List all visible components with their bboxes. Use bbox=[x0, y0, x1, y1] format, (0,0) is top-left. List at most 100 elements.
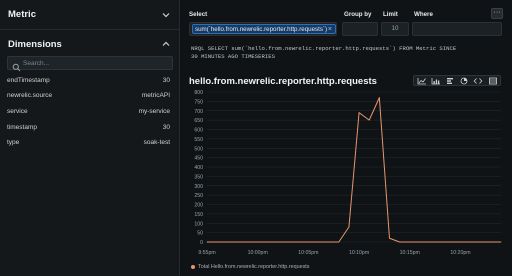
data-point bbox=[480, 241, 482, 243]
code-icon[interactable] bbox=[473, 77, 483, 85]
y-tick-label: 600 bbox=[194, 128, 203, 134]
data-point bbox=[297, 241, 299, 243]
data-point bbox=[439, 241, 441, 243]
group-by-field[interactable] bbox=[342, 22, 378, 36]
dimensions-title: Dimensions bbox=[8, 39, 62, 50]
data-point bbox=[267, 241, 269, 243]
legend-label: Total Hello.from.newrelic.reporter.http.… bbox=[198, 264, 310, 270]
data-point bbox=[348, 226, 350, 228]
y-tick-label: 200 bbox=[194, 203, 203, 209]
data-point bbox=[409, 241, 411, 243]
chevron-up-icon[interactable] bbox=[162, 40, 170, 48]
y-tick-label: 50 bbox=[197, 231, 203, 237]
where-label: Where bbox=[414, 11, 433, 18]
pie-chart-icon[interactable] bbox=[459, 77, 469, 85]
sidebar: Metric Dimensions endTimestamp 30 newrel… bbox=[0, 0, 180, 276]
data-point bbox=[429, 241, 431, 243]
select-chip-label: sum(`hello.from.newrelic.reporter.http.r… bbox=[195, 26, 328, 33]
dimension-key: newrelic.source bbox=[7, 92, 53, 99]
dimension-key: timestamp bbox=[7, 124, 37, 131]
data-point bbox=[419, 241, 421, 243]
y-tick-label: 400 bbox=[194, 165, 203, 171]
y-tick-label: 100 bbox=[194, 221, 203, 227]
main-panel: Select Group by Limit Where ··· sum(`hel… bbox=[181, 0, 512, 276]
data-point bbox=[338, 241, 340, 243]
select-field[interactable]: sum(`hello.from.newrelic.reporter.http.r… bbox=[189, 22, 337, 36]
data-point bbox=[389, 237, 390, 239]
dimension-value: 30 bbox=[162, 77, 170, 84]
data-point bbox=[460, 241, 461, 243]
y-tick-label: 150 bbox=[194, 212, 203, 218]
y-tick-label: 700 bbox=[194, 109, 203, 115]
dimension-key: service bbox=[7, 108, 28, 115]
x-tick-label: 10:20pm bbox=[450, 250, 470, 256]
nrql-line-1: NRQL SELECT sum(`hello.from.newrelic.rep… bbox=[191, 45, 457, 52]
select-chip[interactable]: sum(`hello.from.newrelic.reporter.http.r… bbox=[192, 24, 336, 34]
metric-section[interactable]: Metric bbox=[0, 0, 180, 28]
bar-chart-icon[interactable] bbox=[431, 77, 441, 85]
select-label: Select bbox=[189, 11, 208, 18]
y-tick-label: 250 bbox=[194, 193, 203, 199]
chevron-down-icon[interactable] bbox=[162, 11, 170, 19]
line-chart-icon[interactable] bbox=[417, 77, 427, 85]
dimension-value: 30 bbox=[162, 124, 170, 131]
y-tick-label: 550 bbox=[194, 137, 203, 143]
search-icon bbox=[12, 59, 21, 72]
limit-label: Limit bbox=[383, 11, 398, 18]
chart-type-toolbar bbox=[413, 75, 501, 86]
data-point bbox=[490, 241, 492, 243]
y-tick-label: 0 bbox=[200, 240, 203, 246]
x-tick-label: 10:15pm bbox=[400, 250, 420, 256]
data-point bbox=[237, 241, 238, 243]
dimension-key: type bbox=[7, 139, 20, 146]
y-tick-label: 800 bbox=[194, 90, 203, 96]
data-point bbox=[216, 241, 218, 243]
data-point bbox=[307, 241, 309, 243]
data-point bbox=[318, 241, 319, 243]
legend-swatch bbox=[191, 264, 195, 269]
data-point bbox=[328, 241, 330, 243]
data-point bbox=[247, 241, 248, 243]
dimension-row[interactable]: newrelic.source metricAPI bbox=[7, 92, 170, 102]
y-tick-label: 450 bbox=[194, 156, 203, 162]
dimension-value: soak-test bbox=[143, 139, 170, 146]
x-tick-label: 10:10pm bbox=[349, 250, 369, 256]
billboard-icon[interactable] bbox=[445, 77, 455, 85]
x-tick-label: 9:55pm bbox=[198, 250, 215, 256]
nrql-query[interactable]: NRQL SELECT sum(`hello.from.newrelic.rep… bbox=[191, 45, 456, 61]
where-field[interactable] bbox=[412, 22, 502, 36]
remove-chip-icon[interactable]: × bbox=[328, 25, 332, 33]
table-icon[interactable] bbox=[488, 77, 498, 85]
dimensions-section[interactable]: Dimensions bbox=[0, 30, 180, 54]
dimension-row[interactable]: endTimestamp 30 bbox=[7, 77, 170, 87]
metric-title: Metric bbox=[8, 9, 36, 20]
series-line bbox=[207, 97, 501, 243]
more-options-button[interactable]: ··· bbox=[491, 8, 503, 19]
line-chart[interactable]: 0 50 100 150 200 250 300 350 400 450 500 550 600 650 7… bbox=[181, 86, 512, 276]
data-point bbox=[500, 241, 502, 243]
limit-field[interactable]: 10 bbox=[381, 22, 409, 36]
y-tick-label: 650 bbox=[194, 118, 203, 124]
dimension-row[interactable]: type soak-test bbox=[7, 139, 170, 149]
data-point bbox=[358, 112, 360, 114]
data-point bbox=[449, 241, 451, 243]
dimension-key: endTimestamp bbox=[7, 77, 50, 84]
data-point bbox=[378, 97, 380, 99]
dimension-row[interactable]: service my-service bbox=[7, 108, 170, 118]
y-tick-label: 300 bbox=[194, 184, 203, 190]
dimension-value: metricAPI bbox=[141, 92, 170, 99]
y-tick-label: 350 bbox=[194, 174, 203, 180]
search-input[interactable] bbox=[23, 57, 168, 69]
dimension-row[interactable]: timestamp 30 bbox=[7, 124, 170, 134]
x-tick-label: 10:00pm bbox=[248, 250, 268, 256]
y-tick-label: 750 bbox=[194, 99, 203, 105]
dimension-search[interactable] bbox=[7, 56, 173, 72]
data-point bbox=[399, 241, 401, 243]
data-point bbox=[368, 119, 370, 121]
data-point bbox=[277, 241, 279, 243]
data-point bbox=[257, 241, 259, 243]
chart-legend[interactable]: Total Hello.from.newrelic.reporter.http.… bbox=[191, 264, 309, 270]
data-point bbox=[226, 241, 228, 243]
dimension-value: my-service bbox=[138, 108, 170, 115]
data-point bbox=[287, 241, 289, 243]
